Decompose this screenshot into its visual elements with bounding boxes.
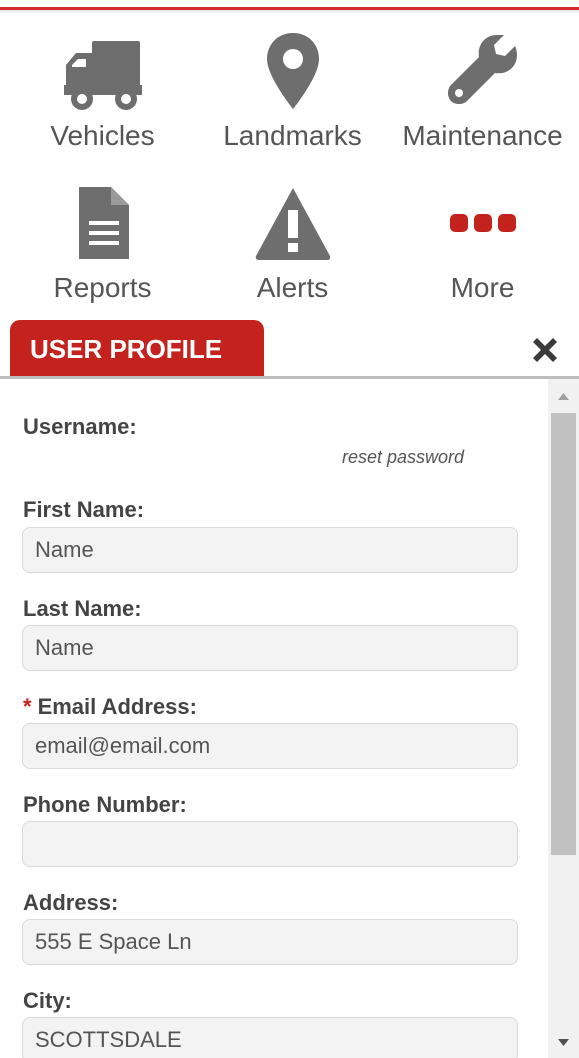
- last-name-field[interactable]: [22, 625, 518, 671]
- truck-icon: [6, 26, 199, 116]
- phone-number-field[interactable]: [22, 821, 518, 867]
- tab-user-profile[interactable]: USER PROFILE: [10, 320, 264, 376]
- nav-label-landmarks: Landmarks: [223, 120, 362, 151]
- first-name-field[interactable]: [22, 527, 518, 573]
- last-name-label: Last Name:: [23, 596, 142, 621]
- nav-item-alerts[interactable]: Alerts: [196, 172, 389, 312]
- email-field[interactable]: [22, 723, 518, 769]
- wrench-icon: [386, 26, 579, 116]
- nav-label-more: More: [450, 272, 515, 303]
- city-label: City:: [23, 988, 72, 1013]
- nav-item-reports[interactable]: Reports: [6, 172, 199, 312]
- warning-triangle-icon: [196, 178, 389, 268]
- required-marker: *: [23, 694, 32, 719]
- nav-label-alerts: Alerts: [256, 272, 329, 303]
- close-icon[interactable]: [528, 333, 562, 367]
- panel-tab-row: USER PROFILE: [0, 320, 579, 380]
- city-field[interactable]: [22, 1017, 518, 1058]
- address-label: Address:: [23, 890, 119, 915]
- reset-password-link[interactable]: reset password: [342, 447, 464, 468]
- nav-label-reports: Reports: [53, 272, 152, 303]
- nav-item-vehicles[interactable]: Vehicles: [6, 22, 199, 162]
- scrollbar-thumb[interactable]: [551, 413, 576, 855]
- top-shadow: [0, 10, 579, 14]
- top-accent-bar: [0, 0, 579, 14]
- document-icon: [6, 178, 199, 268]
- map-pin-icon: [196, 26, 389, 116]
- nav-label-maintenance: Maintenance: [402, 120, 563, 151]
- app-root: Vehicles Landmarks Maintenance Reports A…: [0, 0, 579, 1058]
- address-field[interactable]: [22, 919, 518, 965]
- nav-item-landmarks[interactable]: Landmarks: [196, 22, 389, 162]
- scroll-up-arrow-icon[interactable]: [548, 387, 579, 405]
- nav-label-vehicles: Vehicles: [50, 120, 155, 151]
- phone-number-label: Phone Number:: [23, 792, 187, 817]
- more-dots-icon: [386, 178, 579, 268]
- scroll-down-arrow-icon[interactable]: [548, 1034, 579, 1052]
- nav-item-more[interactable]: More: [386, 172, 579, 312]
- nav-item-maintenance[interactable]: Maintenance: [386, 22, 579, 162]
- email-label-text: Email Address:: [37, 694, 197, 719]
- first-name-label: First Name:: [23, 497, 145, 522]
- username-label: Username:: [23, 414, 137, 439]
- email-label: * Email Address:: [23, 694, 197, 720]
- form-scrollbar[interactable]: [548, 379, 579, 1058]
